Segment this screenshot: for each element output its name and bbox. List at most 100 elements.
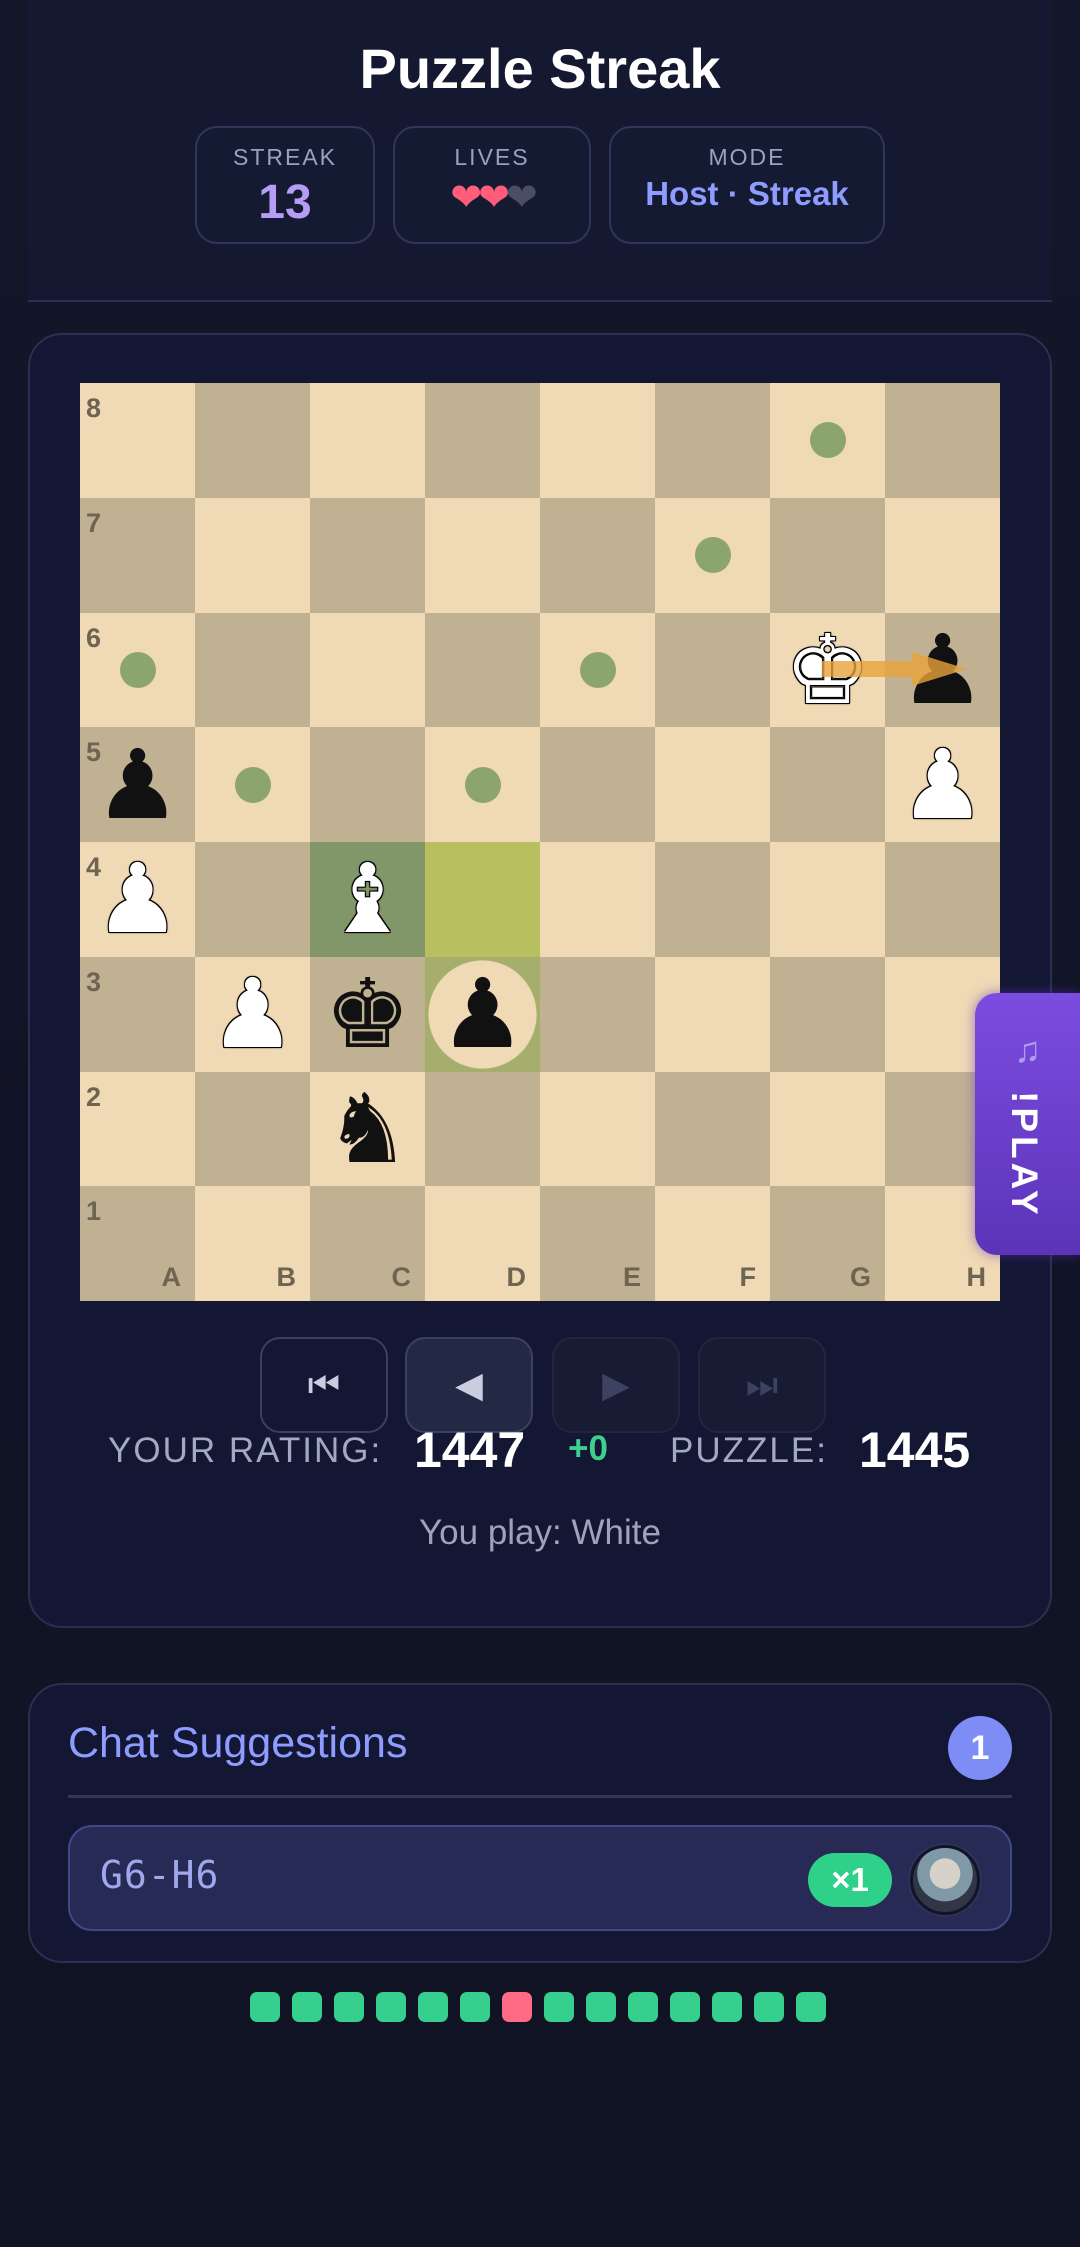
square-h6[interactable]: ♟ [885, 612, 1000, 728]
square-d3[interactable]: ♟ [425, 956, 540, 1072]
square-c3[interactable]: ♚ [310, 956, 425, 1072]
white-bishop-icon[interactable]: ♝ [310, 842, 425, 957]
square-g8[interactable] [770, 383, 885, 498]
square-e8[interactable] [540, 383, 655, 498]
square-e3[interactable] [540, 956, 655, 1072]
mode-label: MODE [708, 144, 786, 170]
square-g4[interactable] [770, 842, 885, 957]
square-e6[interactable] [540, 612, 655, 728]
square-c8[interactable] [310, 383, 425, 498]
square-b6[interactable] [195, 612, 310, 728]
move-hint-dot[interactable] [694, 537, 731, 574]
square-b8[interactable] [195, 383, 310, 498]
square-e2[interactable] [540, 1071, 655, 1187]
square-e4[interactable] [540, 842, 655, 957]
square-a4[interactable]: 4 ♟ [80, 842, 195, 957]
square-h4[interactable] [885, 842, 1000, 957]
chess-board[interactable]: 8 7 6 ♚ ♟ 5 ♟ ♟ 4 ♟ ♝ 3 ♟ ♚ ♟ 2 ♞ 1 A B C D E F G H [80, 383, 1000, 1301]
progress-dot-wrong [502, 1992, 532, 2022]
next-move-icon: ▶ [602, 1364, 630, 1405]
last-move-button: ⏭ [698, 1337, 826, 1433]
white-pawn-icon[interactable]: ♟ [195, 957, 310, 1072]
square-h7[interactable] [885, 497, 1000, 613]
lives-label: LIVES [454, 144, 530, 170]
move-hint-dot[interactable] [809, 422, 846, 459]
square-d7[interactable] [425, 497, 540, 613]
previous-move-button[interactable]: ◀ [405, 1337, 533, 1433]
square-c5[interactable] [310, 727, 425, 842]
square-d5[interactable] [425, 727, 540, 842]
square-g6[interactable]: ♚ [770, 612, 885, 728]
move-hint-dot[interactable] [464, 766, 501, 803]
white-king-icon[interactable]: ♚ [770, 613, 885, 728]
square-c4[interactable]: ♝ [310, 842, 425, 957]
square-c7[interactable] [310, 497, 425, 613]
square-g1[interactable]: G [770, 1186, 885, 1301]
header: Puzzle Streak STREAK 13 LIVES ❤❤❤ MODE H… [28, 0, 1052, 302]
square-g5[interactable] [770, 727, 885, 842]
progress-dot-correct [292, 1992, 322, 2022]
square-a6[interactable]: 6 [80, 612, 195, 728]
user-avatar [910, 1845, 980, 1915]
suggestion-item[interactable]: G6-H6 ×1 [68, 1825, 1012, 1931]
black-pawn-icon[interactable]: ♟ [80, 727, 195, 842]
file-label: B [276, 1262, 297, 1292]
square-a8[interactable]: 8 [80, 383, 195, 498]
square-d6[interactable] [425, 612, 540, 728]
square-f4[interactable] [655, 842, 770, 957]
square-g3[interactable] [770, 956, 885, 1072]
square-e7[interactable] [540, 497, 655, 613]
square-b4[interactable] [195, 842, 310, 957]
square-g7[interactable] [770, 497, 885, 613]
square-a5[interactable]: 5 ♟ [80, 727, 195, 842]
square-d2[interactable] [425, 1071, 540, 1187]
square-h8[interactable] [885, 383, 1000, 498]
black-king-icon[interactable]: ♚ [310, 957, 425, 1072]
square-f1[interactable]: F [655, 1186, 770, 1301]
black-knight-icon[interactable]: ♞ [310, 1072, 425, 1187]
square-f2[interactable] [655, 1071, 770, 1187]
move-hint-dot[interactable] [579, 651, 616, 688]
square-b1[interactable]: B [195, 1186, 310, 1301]
move-hint-dot[interactable] [234, 766, 271, 803]
suggestion-vote-badge: ×1 [808, 1853, 892, 1907]
square-f3[interactable] [655, 956, 770, 1072]
move-hint-dot[interactable] [119, 651, 156, 688]
square-a7[interactable]: 7 [80, 497, 195, 613]
chat-suggestions-card: Chat Suggestions 1 G6-H6 ×1 [28, 1683, 1052, 1963]
square-a2[interactable]: 2 [80, 1071, 195, 1187]
square-f8[interactable] [655, 383, 770, 498]
square-b5[interactable] [195, 727, 310, 842]
streak-value: 13 [258, 176, 312, 229]
square-a3[interactable]: 3 [80, 956, 195, 1072]
square-e5[interactable] [540, 727, 655, 842]
square-f6[interactable] [655, 612, 770, 728]
previous-move-icon: ◀ [455, 1364, 483, 1405]
square-d1[interactable]: D [425, 1186, 540, 1301]
square-d8[interactable] [425, 383, 540, 498]
next-move-button: ▶ [552, 1337, 680, 1433]
progress-dot-correct [628, 1992, 658, 2022]
white-pawn-icon[interactable]: ♟ [885, 727, 1000, 842]
square-d4[interactable] [425, 842, 540, 957]
square-f5[interactable] [655, 727, 770, 842]
first-move-button[interactable]: ⏮ [260, 1337, 388, 1433]
square-f7[interactable] [655, 497, 770, 613]
lives-stat: LIVES ❤❤❤ [393, 126, 591, 244]
play-tab[interactable]: ♫ !PLAY [975, 993, 1080, 1255]
square-c1[interactable]: C [310, 1186, 425, 1301]
white-pawn-icon[interactable]: ♟ [80, 842, 195, 957]
square-c2[interactable]: ♞ [310, 1071, 425, 1187]
suggestion-count-badge: 1 [948, 1716, 1012, 1780]
square-c6[interactable] [310, 612, 425, 728]
square-b3[interactable]: ♟ [195, 956, 310, 1072]
square-e1[interactable]: E [540, 1186, 655, 1301]
black-pawn-icon[interactable]: ♟ [885, 613, 1000, 728]
heart-icon: ❤ [450, 177, 482, 219]
square-a1[interactable]: 1A [80, 1186, 195, 1301]
square-b7[interactable] [195, 497, 310, 613]
black-pawn-icon[interactable]: ♟ [425, 957, 540, 1072]
square-b2[interactable] [195, 1071, 310, 1187]
square-g2[interactable] [770, 1071, 885, 1187]
square-h5[interactable]: ♟ [885, 727, 1000, 842]
